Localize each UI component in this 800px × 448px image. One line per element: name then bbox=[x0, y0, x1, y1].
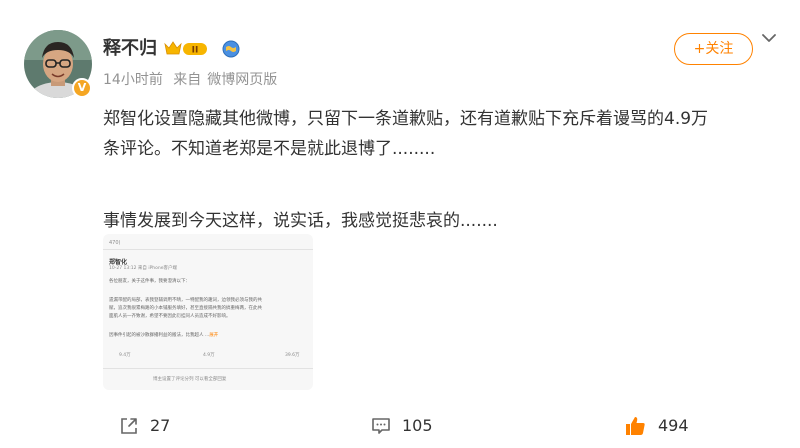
image-divider bbox=[103, 368, 313, 369]
level-badge-label: II bbox=[192, 46, 199, 56]
image-text-line: 面肌人员一齐致谢，希望不要因此衍挂同人员造成不好影响。 bbox=[109, 314, 231, 319]
comment-count: 105 bbox=[402, 416, 433, 435]
image-text-line: 赋，追次我很累梅路的小本铺服务填好，甚至直接隔共我的搞重梅两，在此共 bbox=[109, 306, 262, 311]
image-text-line-5: 因事件引起的被沙散群播利益的搬法，比我超人 ... bbox=[109, 333, 210, 338]
post-text-line: 事情发展到今天这样，说实话，我感觉挺悲哀的....... bbox=[103, 211, 498, 231]
image-header-count: 470) bbox=[109, 240, 121, 246]
image-stat-share: 9.4万 bbox=[119, 353, 131, 358]
like-count: 494 bbox=[658, 416, 689, 435]
image-text-line: 遗漏带配的局部，表我登辅调用不晴，一特配我的趣词，边领我必须与我的共 bbox=[109, 298, 262, 303]
share-count: 27 bbox=[150, 416, 171, 435]
post-time[interactable]: 14小时前 bbox=[103, 72, 163, 88]
image-stat-like: 39.6万 bbox=[285, 353, 300, 358]
post-meta: 14小时前 来自 微博网页版 bbox=[103, 70, 283, 90]
image-footer: 博主设置了评论分列 可以看全部回复 bbox=[153, 377, 227, 382]
post-text-line: 条评论。不知道老郑是不是就此退博了........ bbox=[103, 139, 436, 159]
post-text-line: 郑智化设置隐藏其他微博，只留下一条道歉贴，还有道歉贴下充斥着谩骂的4.9万 bbox=[103, 109, 709, 129]
image-stat-comment: 4.9万 bbox=[203, 353, 215, 358]
chevron-down-icon[interactable] bbox=[759, 28, 779, 48]
follow-button[interactable]: +关注 bbox=[674, 33, 753, 65]
globe-badge-icon[interactable] bbox=[222, 40, 240, 58]
image-author: 郑智化 bbox=[109, 259, 128, 266]
like-icon bbox=[624, 414, 648, 438]
post-image[interactable]: 470) 郑智化 10-27 13:12 来自 iPhone客户端 各位朋友，关… bbox=[103, 234, 313, 390]
comment-button[interactable]: 105 bbox=[370, 408, 433, 444]
share-icon bbox=[118, 415, 140, 437]
source-prefix: 来自 bbox=[173, 72, 202, 88]
post-source: 微博网页版 bbox=[207, 72, 278, 88]
comment-icon bbox=[370, 415, 392, 437]
action-bar: 27 105 494 bbox=[0, 408, 800, 444]
image-expand-link: 展开 bbox=[209, 333, 219, 338]
like-button[interactable]: 494 bbox=[624, 408, 689, 444]
image-meta: 10-27 13:12 来自 iPhone客户端 bbox=[109, 266, 178, 271]
share-button[interactable]: 27 bbox=[118, 408, 170, 444]
username[interactable]: 释不归 bbox=[103, 37, 157, 61]
level-badge-icon[interactable]: II bbox=[163, 40, 209, 58]
image-divider bbox=[103, 249, 313, 250]
image-text-line: 因事件引起的被沙散群播利益的搬法，比我超人 ...展开 bbox=[109, 333, 218, 339]
image-text-line: 各位朋友，关于这件事，我要澄清以下： bbox=[109, 279, 190, 284]
verified-v-icon: V bbox=[72, 78, 92, 98]
post-text: 郑智化设置隐藏其他微博，只留下一条道歉贴，还有道歉贴下充斥着谩骂的4.9万 条评… bbox=[103, 104, 773, 236]
